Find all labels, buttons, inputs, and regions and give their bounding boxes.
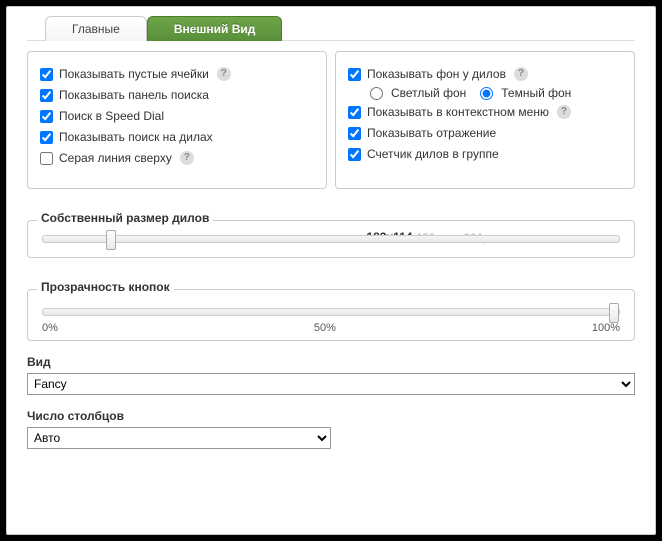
settings-panel: Главные Внешний Вид Показывать пустые яч…: [6, 6, 656, 535]
lbl-context-menu: Показывать в контекстном меню: [367, 103, 549, 121]
help-icon[interactable]: ?: [557, 105, 571, 119]
slider-handle[interactable]: [609, 303, 619, 323]
chk-dial-counter[interactable]: [348, 148, 361, 161]
lbl-light-bg: Светлый фон: [391, 86, 466, 100]
lbl-dark-bg: Темный фон: [501, 86, 571, 100]
lbl-show-bg-dials: Показывать фон у дилов: [367, 65, 506, 83]
view-select[interactable]: Fancy: [27, 373, 635, 395]
dial-size-slider[interactable]: [42, 235, 620, 243]
opacity-section: Прозрачность кнопок 0% 50% 100%: [27, 272, 635, 341]
columns-legend: Число столбцов: [27, 409, 635, 423]
opacity-50: 50%: [314, 322, 336, 334]
chk-show-empty[interactable]: [40, 68, 53, 81]
chk-gray-line-top[interactable]: [40, 152, 53, 165]
lbl-dial-counter: Счетчик дилов в группе: [367, 145, 499, 163]
help-icon[interactable]: ?: [514, 67, 528, 81]
chk-show-search-dials[interactable]: [40, 131, 53, 144]
chk-context-menu[interactable]: [348, 106, 361, 119]
dial-size-legend: Собственный размер дилов: [37, 211, 213, 225]
opacity-0: 0%: [42, 322, 58, 334]
radio-dark-bg[interactable]: [480, 87, 493, 100]
opacity-slider[interactable]: [42, 308, 620, 316]
view-legend: Вид: [27, 355, 635, 369]
tab-main[interactable]: Главные: [45, 16, 147, 41]
lbl-show-search-panel: Показывать панель поиска: [59, 86, 209, 104]
tab-appearance[interactable]: Внешний Вид: [147, 16, 283, 41]
columns-select[interactable]: Авто: [27, 427, 331, 449]
chk-show-search-panel[interactable]: [40, 89, 53, 102]
view-section: Вид Fancy: [27, 355, 635, 395]
columns-section: Число столбцов Авто: [27, 409, 635, 449]
right-options-box: Показывать фон у дилов ? Светлый фон Тем…: [335, 51, 635, 189]
chk-search-speed-dial[interactable]: [40, 110, 53, 123]
opacity-100: 100%: [592, 322, 620, 334]
lbl-show-empty: Показывать пустые ячейки: [59, 65, 209, 83]
slider-handle[interactable]: [106, 230, 116, 250]
chk-reflection[interactable]: [348, 127, 361, 140]
help-icon[interactable]: ?: [217, 67, 231, 81]
lbl-reflection: Показывать отражение: [367, 124, 496, 142]
left-options-box: Показывать пустые ячейки ? Показывать па…: [27, 51, 327, 189]
radio-light-bg[interactable]: [370, 87, 383, 100]
help-icon[interactable]: ?: [180, 151, 194, 165]
tabs: Главные Внешний Вид: [27, 15, 635, 41]
lbl-gray-line-top: Серая линия сверху: [59, 149, 172, 167]
lbl-show-search-dials: Показывать поиск на дилах: [59, 128, 213, 146]
chk-show-bg-dials[interactable]: [348, 68, 361, 81]
dial-size-section: Собственный размер дилов 182x114150 мин,…: [27, 203, 635, 258]
opacity-legend: Прозрачность кнопок: [37, 280, 174, 294]
lbl-search-speed-dial: Поиск в Speed Dial: [59, 107, 164, 125]
